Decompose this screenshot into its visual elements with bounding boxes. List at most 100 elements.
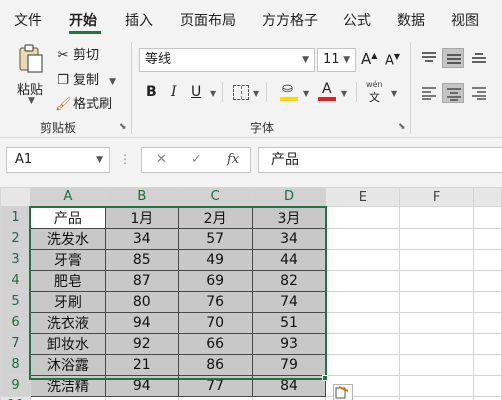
align-bottom-button[interactable] (468, 48, 490, 68)
cell[interactable]: 86 (177, 353, 253, 376)
column-header[interactable]: C (177, 187, 253, 208)
column-header[interactable]: F (399, 187, 475, 207)
cell[interactable]: 产品 (29, 206, 106, 229)
cut-button[interactable]: ✂ 剪切 (55, 44, 99, 63)
cell[interactable]: 51 (251, 311, 327, 334)
cell[interactable] (399, 290, 475, 313)
cell[interactable] (325, 248, 401, 271)
cell[interactable]: 牙刷 (29, 290, 106, 313)
cell[interactable] (399, 311, 475, 334)
cell[interactable]: 77 (177, 374, 253, 397)
row-header[interactable]: 6 (0, 311, 31, 334)
cell[interactable]: 79 (251, 353, 327, 376)
align-center-button[interactable] (442, 83, 464, 103)
font-size-dropdown[interactable]: 11 ▼ (317, 48, 356, 72)
column-header[interactable]: A (29, 187, 106, 208)
increase-font-size-button[interactable]: A▲ (361, 50, 377, 68)
align-right-button[interactable] (468, 83, 490, 103)
cell[interactable]: 44 (251, 248, 327, 271)
column-header[interactable]: B (104, 187, 179, 208)
row-header[interactable]: 7 (0, 332, 31, 355)
cell[interactable]: 69 (177, 269, 253, 292)
cell[interactable] (473, 248, 502, 271)
tab-data[interactable]: 数据 (397, 10, 425, 30)
copy-button[interactable]: ❐ 复制 ▼ (55, 69, 116, 88)
font-name-dropdown[interactable]: 等线 ▼ (139, 48, 315, 72)
enter-icon[interactable]: ✓ (191, 152, 202, 167)
cell[interactable]: 76 (177, 290, 253, 313)
format-painter-button[interactable]: 🖌格式刷 (55, 93, 112, 112)
resize-handle-icon[interactable]: ⋮ (119, 152, 131, 166)
cell[interactable]: 2月 (177, 206, 253, 229)
formula-input[interactable]: 产品 (258, 147, 502, 173)
cancel-icon[interactable]: ✕ (156, 152, 167, 167)
cell[interactable]: 87 (104, 269, 179, 292)
chevron-down-icon[interactable]: ▼ (341, 89, 347, 98)
cell[interactable] (399, 227, 475, 250)
cell[interactable]: 57 (177, 227, 253, 250)
cell[interactable] (473, 269, 502, 292)
phonetic-guide-button[interactable]: wén 文 (366, 80, 386, 104)
cell[interactable] (399, 206, 475, 229)
cell[interactable]: 沐浴露 (29, 353, 106, 376)
tab-file[interactable]: 文件 (14, 10, 42, 30)
cell[interactable]: 74 (251, 290, 327, 313)
cell[interactable]: 牙膏 (29, 248, 106, 271)
cell[interactable] (104, 395, 179, 400)
cell[interactable]: 3月 (251, 206, 327, 229)
cell[interactable]: 92 (104, 332, 179, 355)
cell[interactable] (473, 227, 502, 250)
cell[interactable]: 84 (251, 374, 327, 397)
column-header[interactable]: D (251, 187, 327, 208)
tab-insert[interactable]: 插入 (125, 10, 153, 30)
row-header[interactable]: 4 (0, 269, 31, 292)
cell[interactable] (473, 332, 502, 355)
borders-button[interactable] (233, 85, 249, 100)
cell[interactable]: 66 (177, 332, 253, 355)
cell[interactable]: 34 (251, 227, 327, 250)
cell[interactable]: 70 (177, 311, 253, 334)
cell[interactable] (473, 353, 502, 376)
name-box[interactable]: A1 ▼ (6, 147, 110, 173)
cell[interactable] (325, 353, 401, 376)
column-header[interactable]: E (325, 187, 401, 207)
cell[interactable] (177, 395, 253, 400)
fill-handle[interactable] (322, 375, 328, 381)
row-header[interactable]: 2 (0, 227, 31, 250)
insert-function-icon[interactable]: fx (227, 152, 239, 167)
tab-fangfang-gezi[interactable]: 方方格子 (262, 10, 318, 30)
row-header[interactable]: 9 (0, 374, 31, 397)
tab-page-layout[interactable]: 页面布局 (180, 10, 236, 30)
cell[interactable] (473, 374, 502, 397)
select-all-corner[interactable] (0, 187, 31, 207)
cell[interactable] (325, 290, 401, 313)
cell[interactable] (29, 395, 106, 400)
worksheet-grid[interactable]: A B C D E F 1 产品 1月 2月 3月 2 洗发水 34 57 34 3 牙膏 85 49 44… (0, 187, 502, 400)
fill-color-button[interactable]: ⛀ (280, 81, 298, 103)
dialog-launcher-icon[interactable]: ⬊ (119, 122, 127, 132)
row-header[interactable]: 1 (0, 206, 31, 229)
align-middle-button[interactable] (442, 48, 464, 68)
align-left-button[interactable] (418, 83, 440, 103)
font-color-button[interactable]: A (318, 81, 336, 103)
cell[interactable] (325, 227, 401, 250)
tab-home[interactable]: 开始 (69, 10, 97, 30)
cell[interactable]: 82 (251, 269, 327, 292)
chevron-down-icon[interactable]: ▼ (391, 89, 397, 98)
cell[interactable]: 21 (104, 353, 179, 376)
cell[interactable]: 80 (104, 290, 179, 313)
cell[interactable]: 洗发水 (29, 227, 106, 250)
cell[interactable] (325, 269, 401, 292)
quick-analysis-button[interactable] (333, 384, 353, 400)
cell[interactable]: 肥皂 (29, 269, 106, 292)
tab-formulas[interactable]: 公式 (343, 10, 371, 30)
dialog-launcher-icon[interactable]: ⬊ (398, 122, 406, 132)
cell[interactable] (399, 332, 475, 355)
cell[interactable]: 85 (104, 248, 179, 271)
row-header[interactable]: 10 (0, 395, 31, 400)
cell[interactable] (399, 269, 475, 292)
cell[interactable]: 94 (104, 374, 179, 397)
cell[interactable] (325, 311, 401, 334)
cell[interactable] (473, 395, 502, 400)
row-header[interactable]: 3 (0, 248, 31, 271)
